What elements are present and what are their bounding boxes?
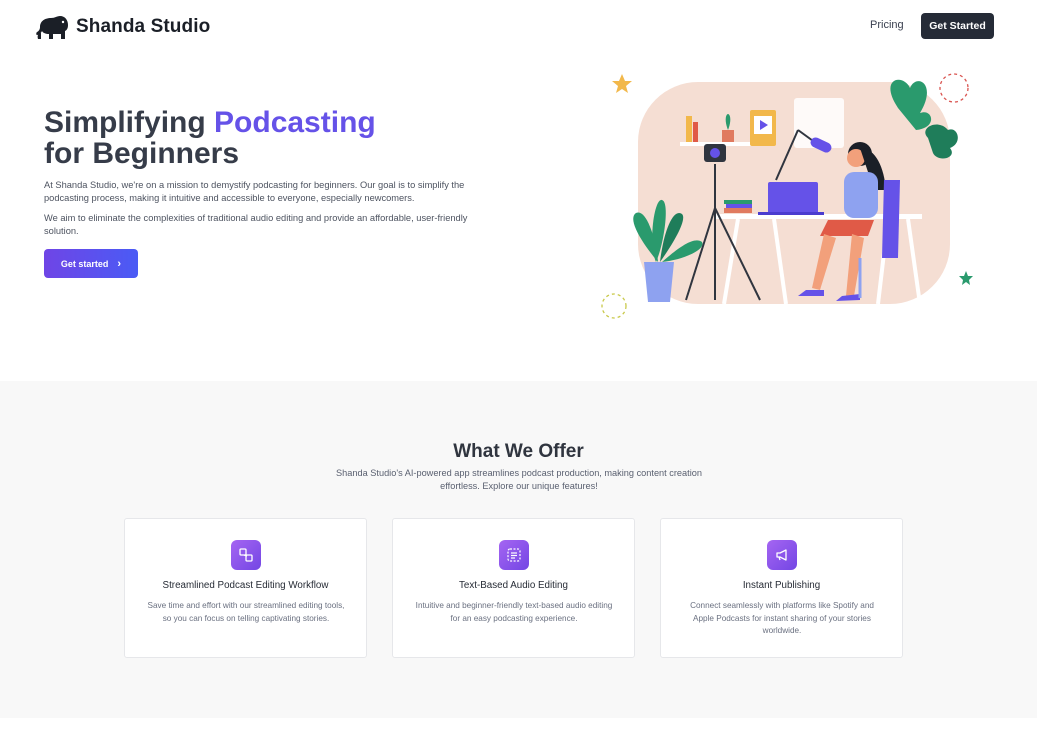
offer-subtitle: Shanda Studio's AI-powered app streamlin… <box>336 468 702 491</box>
workflow-icon <box>231 540 261 570</box>
hero-paragraph-1: At Shanda Studio, we're on a mission to … <box>44 180 465 203</box>
offer-section: What We Offer Shanda Studio's AI-powered… <box>0 381 1037 718</box>
get-started-nav-button[interactable]: Get Started <box>921 13 994 39</box>
hero-button-label: Get started <box>60 258 109 269</box>
megaphone-icon <box>767 540 797 570</box>
hero-paragraph-2: We aim to eliminate the complexities of … <box>44 213 468 236</box>
star-decoration-icon <box>959 271 973 285</box>
brand-name: Shanda Studio <box>76 16 211 37</box>
feature-card-title: Streamlined Podcast Editing Workflow <box>162 580 329 591</box>
hero-title-accent: Podcasting <box>214 106 376 139</box>
hero-title-part1: Simplifying <box>44 106 206 139</box>
text-edit-icon <box>499 540 529 570</box>
feature-card-publishing: Instant Publishing Connect seamlessly wi… <box>660 518 903 658</box>
hero-title: Simplifying Podcasting for Beginners <box>44 107 376 169</box>
hero-title-part2: for Beginners <box>44 137 240 170</box>
podcaster-illustration <box>601 73 973 319</box>
feature-card-title: Text-Based Audio Editing <box>459 580 568 591</box>
feature-card-text-editing: Text-Based Audio Editing Intuitive and b… <box>392 518 635 658</box>
nav-link-pricing[interactable]: Pricing <box>870 19 904 31</box>
offer-title: What We Offer <box>453 441 584 462</box>
elephant-icon <box>36 16 68 39</box>
hero-get-started-button[interactable]: Get started › <box>44 249 138 278</box>
feature-card-description: Connect seamlessly with platforms like S… <box>690 601 874 635</box>
feature-card-description: Save time and effort with our streamline… <box>147 601 345 623</box>
feature-card-workflow: Streamlined Podcast Editing Workflow Sav… <box>124 518 367 658</box>
brand-logo[interactable]: Shanda Studio <box>34 13 210 41</box>
site-header: Shanda Studio Pricing Get Started <box>0 0 1037 56</box>
feature-card-title: Instant Publishing <box>742 580 821 591</box>
star-decoration-icon <box>612 74 632 93</box>
feature-card-description: Intuitive and beginner-friendly text-bas… <box>415 601 613 623</box>
chevron-right-icon: › <box>117 257 122 270</box>
